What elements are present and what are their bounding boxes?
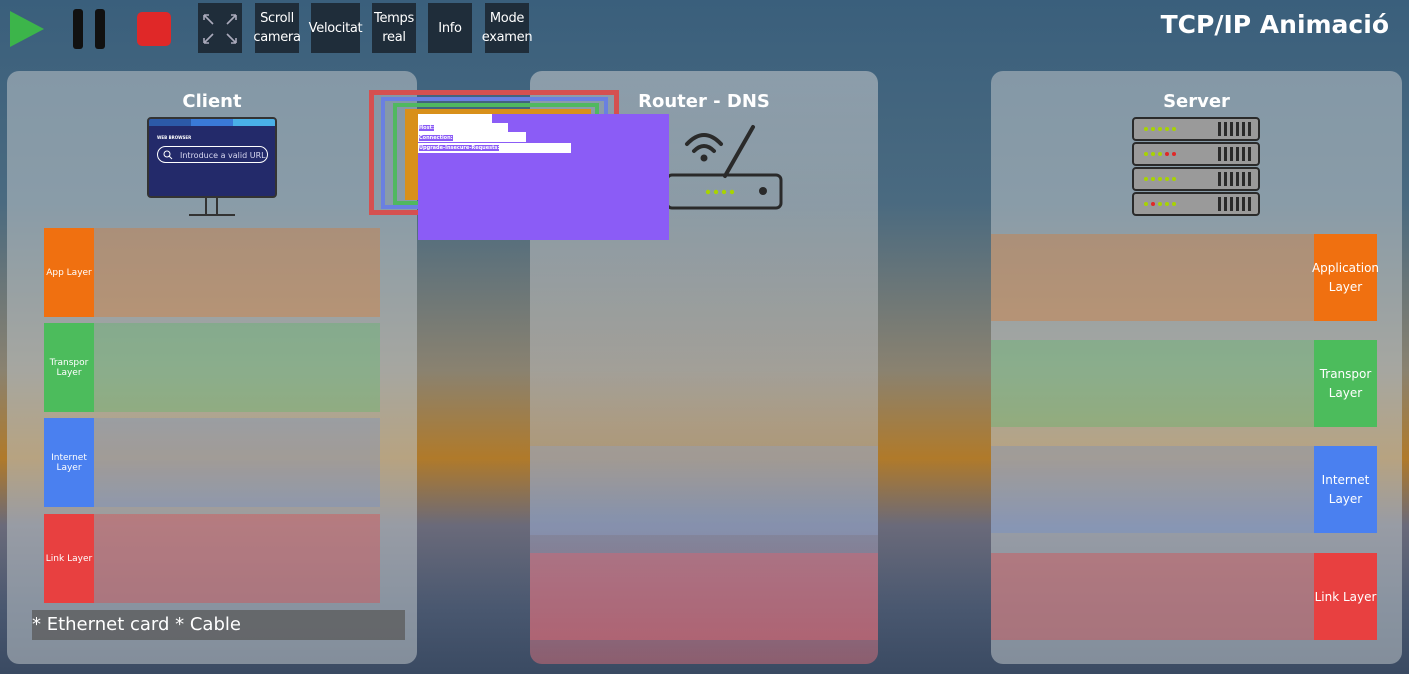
client-title: Client xyxy=(182,91,242,112)
server-link-layer-label: Link Layer xyxy=(1314,553,1377,640)
server-transport-layer-label: Transpor Layer xyxy=(1314,340,1377,427)
client-link-layer-label: Link Layer xyxy=(44,514,94,603)
info-button[interactable]: Info xyxy=(428,3,472,53)
browser-heading: WEB BROWSER xyxy=(157,135,192,140)
server-app-layer-label: Application Layer xyxy=(1312,234,1379,321)
fullscreen-button[interactable] xyxy=(198,3,242,53)
stop-icon[interactable] xyxy=(136,11,172,47)
server-rack-icon xyxy=(1132,117,1260,216)
server-title: Server xyxy=(1163,91,1230,112)
packet-data: Host: Connection: Upgrade-Insecure-Reque… xyxy=(418,114,669,240)
server-transport-layer: Transpor Layer xyxy=(991,340,1377,427)
client-internet-layer: Internet Layer xyxy=(44,418,380,507)
packet-header-host: Host: xyxy=(419,125,434,131)
scroll-camera-button[interactable]: Scroll camera xyxy=(253,3,301,53)
client-transport-layer-label: Transpor Layer xyxy=(44,323,94,412)
server-internet-layer: Internet Layer xyxy=(991,446,1377,533)
play-icon[interactable] xyxy=(8,9,46,49)
router-lower-link xyxy=(530,553,878,640)
packet-header-connection: Connection: xyxy=(419,135,453,141)
packet-header-upgrade: Upgrade-Insecure-Requests: xyxy=(419,145,500,151)
client-transport-layer: Transpor Layer xyxy=(44,323,380,412)
page-title: TCP/IP Animació xyxy=(1160,10,1389,39)
server-panel: Server Application Layer Transpor Layer … xyxy=(991,71,1402,664)
client-internet-layer-label: Internet Layer xyxy=(44,418,94,507)
router-icon xyxy=(665,125,783,210)
pause-icon[interactable] xyxy=(71,8,109,50)
client-link-layer: Link Layer xyxy=(44,514,380,603)
search-icon xyxy=(163,150,173,160)
client-app-layer-label: App Layer xyxy=(44,228,94,317)
client-note: * Ethernet card * Cable xyxy=(32,610,405,640)
url-placeholder: Introduce a valid URL xyxy=(180,151,266,160)
server-app-layer: Application Layer xyxy=(991,234,1379,321)
monitor-icon: WEB BROWSER Introduce a valid URL xyxy=(147,117,277,217)
temps-real-button[interactable]: Temps real xyxy=(372,3,416,53)
velocitat-button[interactable]: Velocitat xyxy=(309,3,363,53)
server-link-layer: Link Layer xyxy=(991,553,1377,640)
client-panel: Client WEB BROWSER Introduce a valid URL… xyxy=(7,71,417,664)
url-input[interactable]: Introduce a valid URL xyxy=(157,146,268,163)
router-lower-internet xyxy=(530,446,878,535)
client-app-layer: App Layer xyxy=(44,228,380,317)
mode-examen-button[interactable]: Mode examen xyxy=(482,3,533,53)
server-internet-layer-label: Internet Layer xyxy=(1314,446,1377,533)
expand-icon xyxy=(203,14,237,44)
